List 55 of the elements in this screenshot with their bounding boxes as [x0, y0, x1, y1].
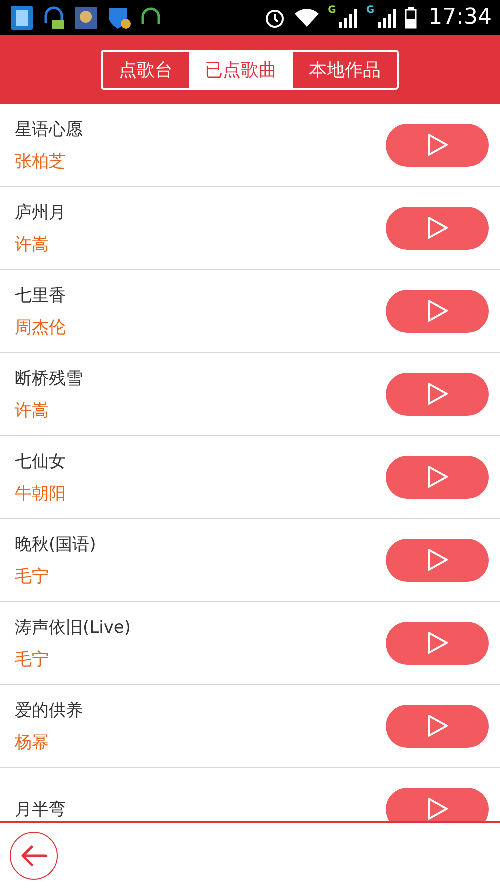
play-button[interactable]	[386, 456, 489, 498]
song-artist: 周杰伦	[15, 316, 67, 338]
song-row[interactable]: 七仙女 牛朝阳	[0, 436, 500, 519]
play-icon	[426, 631, 448, 655]
wifi-signal-icon	[294, 8, 320, 28]
signal-icon	[338, 8, 358, 28]
song-artist: 杨幂	[15, 732, 50, 754]
song-artist: 许嵩	[15, 400, 50, 422]
song-title: 晚秋(国语)	[15, 534, 98, 556]
tab[interactable]: 已点歌曲	[189, 52, 293, 88]
network-type-label: G	[366, 5, 375, 16]
song-row[interactable]: 晚秋(国语) 毛宁	[0, 519, 500, 602]
clock-time: 17:34	[428, 5, 492, 30]
song-row[interactable]: 星语心愿 张柏芝	[0, 104, 500, 187]
song-title: 庐州月	[15, 202, 67, 224]
play-icon	[426, 797, 448, 821]
play-button[interactable]	[386, 124, 489, 166]
play-icon	[426, 382, 448, 406]
tab[interactable]: 点歌台	[103, 52, 189, 88]
play-button[interactable]	[386, 704, 489, 748]
song-row[interactable]: 爱的供养 杨幂	[0, 685, 500, 768]
play-icon	[426, 133, 448, 157]
tab[interactable]: 本地作品	[293, 52, 397, 88]
play-button[interactable]	[386, 622, 489, 664]
left-arrow-icon	[20, 844, 48, 868]
battery-icon	[404, 6, 417, 28]
song-title: 爱的供养	[15, 700, 84, 722]
song-artist: 许嵩	[15, 234, 50, 256]
play-icon	[426, 299, 448, 323]
song-title: 断桥残雪	[15, 368, 84, 390]
song-title: 七仙女	[15, 450, 67, 472]
song-title: 涛声依旧(Live)	[15, 616, 132, 638]
play-icon	[426, 465, 448, 489]
play-button[interactable]	[386, 788, 489, 821]
song-row[interactable]: 断桥残雪 许嵩	[0, 353, 500, 436]
play-button[interactable]	[386, 372, 489, 416]
song-title: 月半弯	[15, 798, 67, 820]
network-type-label: G	[328, 5, 336, 16]
back-button[interactable]	[10, 832, 58, 880]
play-button[interactable]	[386, 290, 489, 332]
play-icon	[426, 714, 448, 738]
song-row[interactable]: 涛声依旧(Live) 毛宁	[0, 602, 500, 685]
play-icon	[426, 216, 448, 240]
song-title: 七里香	[15, 284, 67, 306]
song-artist: 张柏芝	[15, 150, 67, 172]
song-artist: 毛宁	[15, 648, 50, 670]
song-artist: 毛宁	[15, 566, 50, 588]
song-row[interactable]: 庐州月 许嵩	[0, 187, 500, 270]
signal-icon	[376, 8, 397, 28]
play-button[interactable]	[386, 206, 489, 250]
song-row[interactable]: 七里香 周杰伦	[0, 270, 500, 353]
song-artist: 牛朝阳	[15, 482, 67, 504]
song-title: 星语心愿	[15, 118, 84, 140]
play-button[interactable]	[386, 538, 489, 582]
play-icon	[426, 548, 448, 572]
